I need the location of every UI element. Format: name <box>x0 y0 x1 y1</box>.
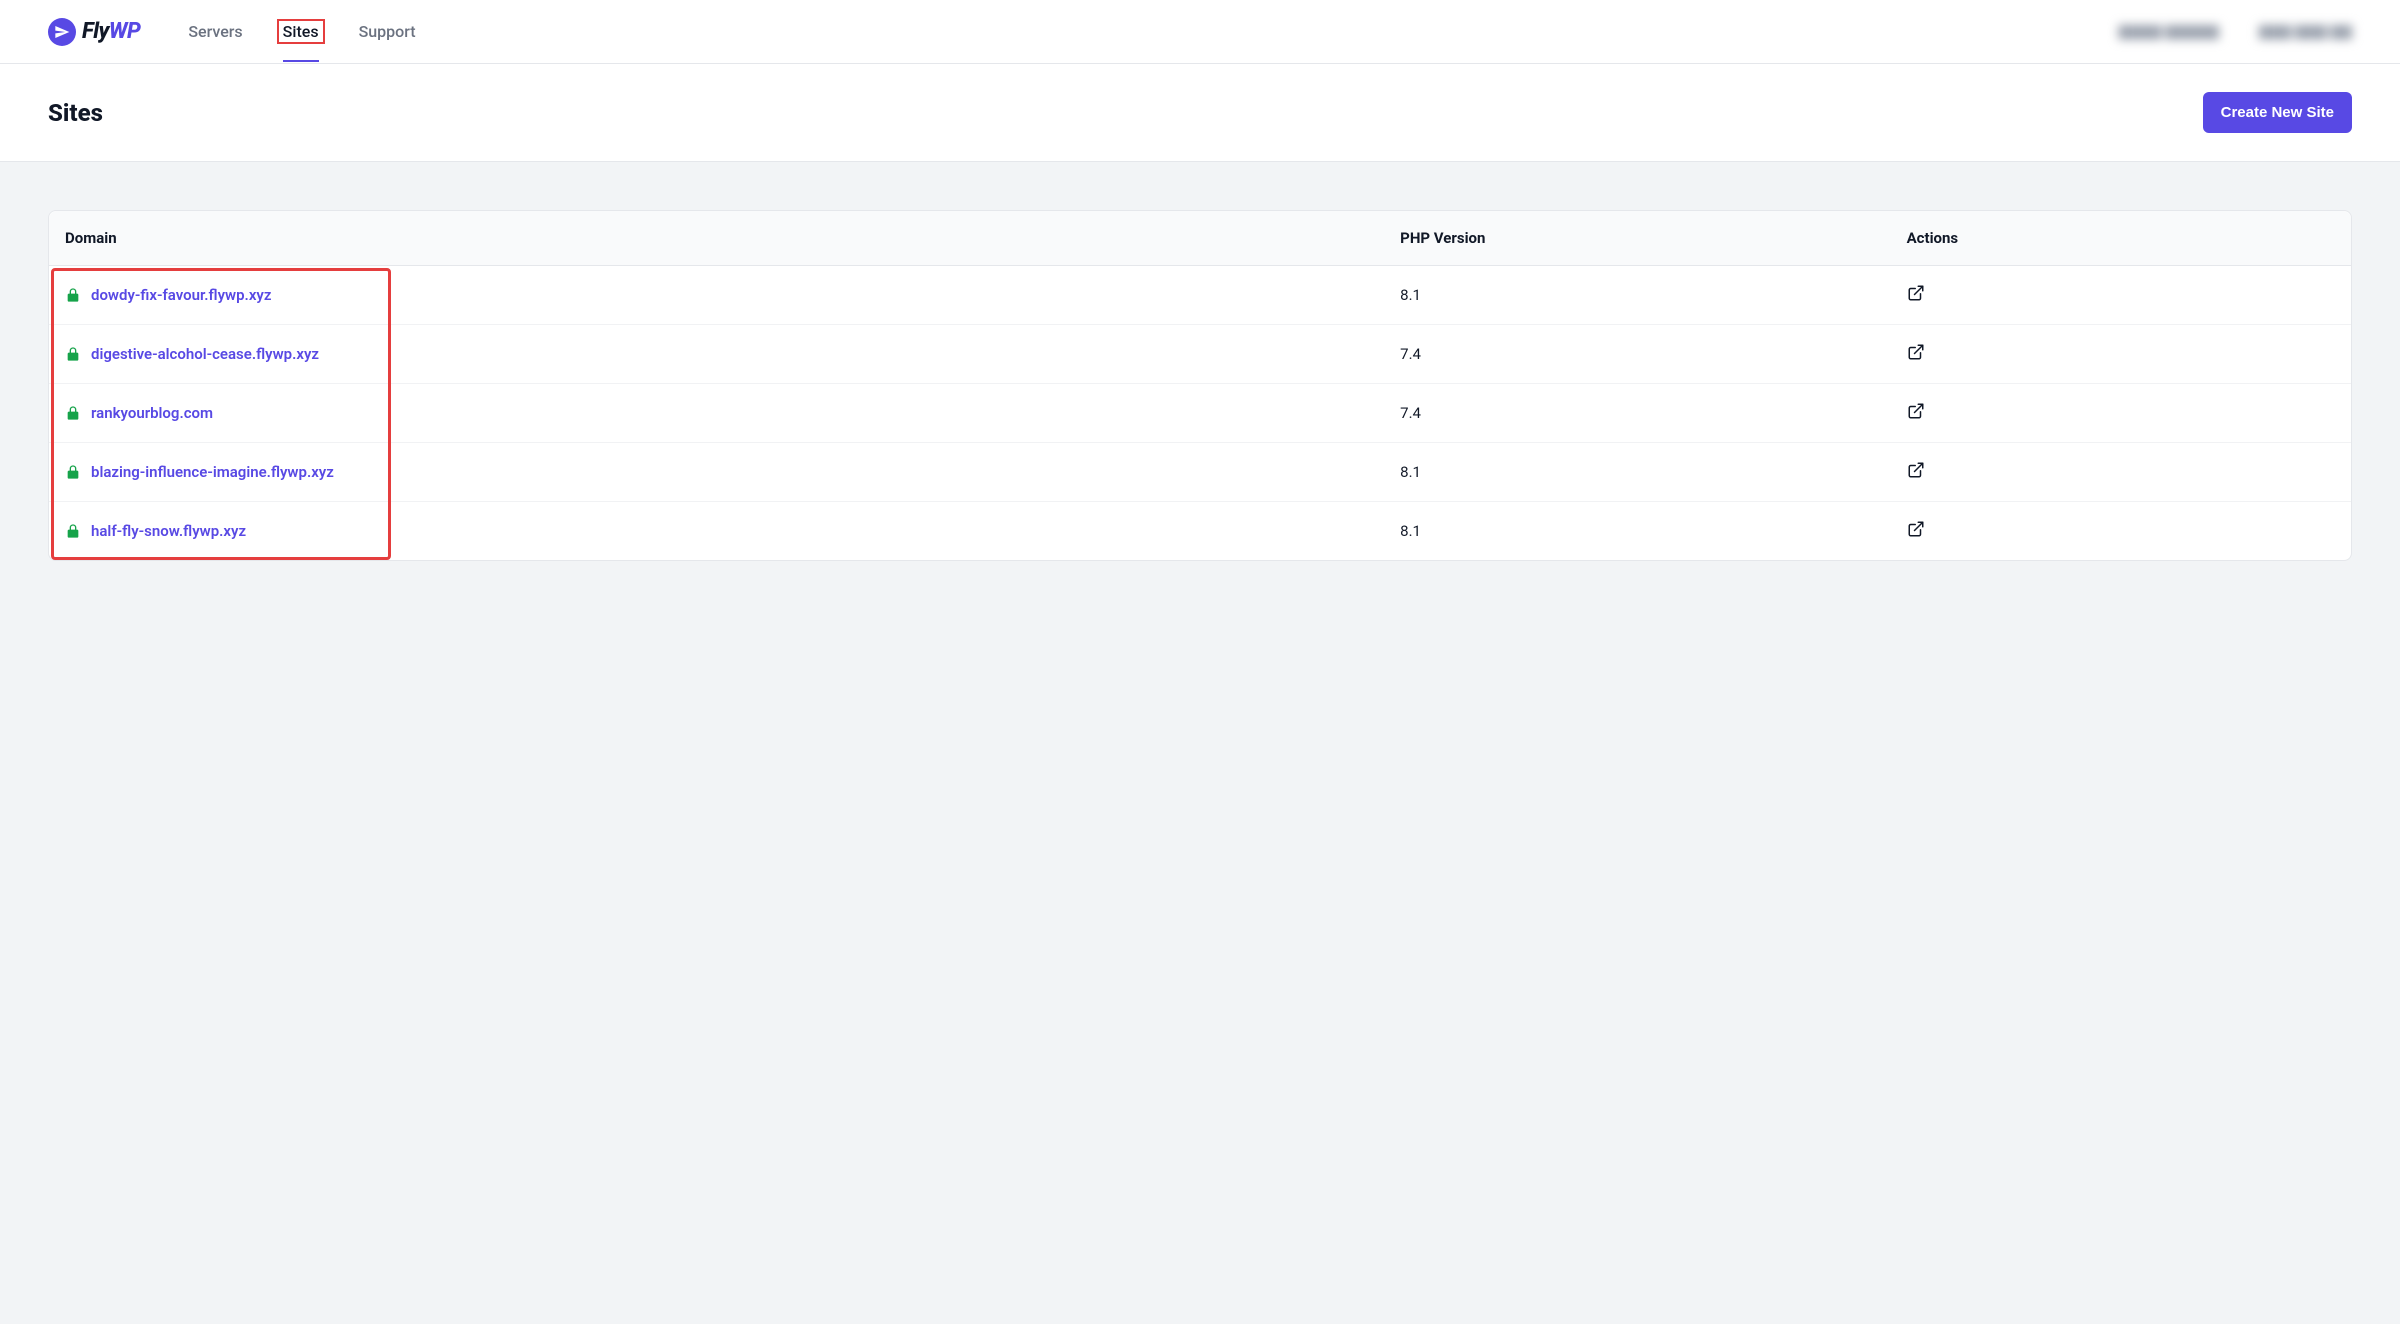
table-row: dowdy-fix-favour.flywp.xyz 8.1 <box>49 266 2351 325</box>
domain-link[interactable]: blazing-influence-imagine.flywp.xyz <box>91 463 334 481</box>
lock-icon <box>65 287 81 303</box>
domain-link[interactable]: rankyourblog.com <box>91 404 213 422</box>
php-version: 7.4 <box>1400 345 1421 363</box>
table-row: rankyourblog.com 7.4 <box>49 384 2351 443</box>
team-switcher-blurred[interactable]: ▇▇▇▇ ▇▇▇▇▇ <box>2119 24 2219 40</box>
sites-table-card: Domain PHP Version Actions dowdy-fix-fav… <box>48 210 2352 561</box>
external-link-icon[interactable] <box>1907 343 1925 361</box>
domain-link[interactable]: dowdy-fix-favour.flywp.xyz <box>91 286 271 304</box>
content-area: Domain PHP Version Actions dowdy-fix-fav… <box>0 162 2400 1324</box>
external-link-icon[interactable] <box>1907 284 1925 302</box>
user-menu-blurred[interactable]: ▇▇▇ ▇▇▇ ▇▇ <box>2259 24 2352 40</box>
col-header-php: PHP Version <box>1384 211 1890 266</box>
lock-icon <box>65 346 81 362</box>
topnav-right: ▇▇▇▇ ▇▇▇▇▇ ▇▇▇ ▇▇▇ ▇▇ <box>2119 24 2352 40</box>
lock-icon <box>65 464 81 480</box>
php-version: 7.4 <box>1400 404 1421 422</box>
page-header: Sites Create New Site <box>0 64 2400 162</box>
nav-links: Servers Sites Support <box>188 2 415 61</box>
nav-sites[interactable]: Sites <box>283 2 319 61</box>
col-header-actions: Actions <box>1891 211 2351 266</box>
external-link-icon[interactable] <box>1907 520 1925 538</box>
sites-table: Domain PHP Version Actions dowdy-fix-fav… <box>49 211 2351 560</box>
php-version: 8.1 <box>1400 463 1421 481</box>
table-row: digestive-alcohol-cease.flywp.xyz 7.4 <box>49 325 2351 384</box>
table-row: blazing-influence-imagine.flywp.xyz 8.1 <box>49 443 2351 502</box>
external-link-icon[interactable] <box>1907 461 1925 479</box>
nav-sites-label: Sites <box>283 22 319 41</box>
page-title: Sites <box>48 99 103 127</box>
brand-logo-block[interactable]: FlyWP <box>48 18 140 46</box>
paper-plane-icon <box>48 18 76 46</box>
nav-servers[interactable]: Servers <box>188 2 242 61</box>
lock-icon <box>65 405 81 421</box>
lock-icon <box>65 523 81 539</box>
col-header-domain: Domain <box>49 211 1384 266</box>
domain-link[interactable]: digestive-alcohol-cease.flywp.xyz <box>91 345 319 363</box>
domain-link[interactable]: half-fly-snow.flywp.xyz <box>91 522 246 540</box>
php-version: 8.1 <box>1400 522 1421 540</box>
nav-support[interactable]: Support <box>359 2 416 61</box>
php-version: 8.1 <box>1400 286 1421 304</box>
table-row: half-fly-snow.flywp.xyz 8.1 <box>49 502 2351 561</box>
external-link-icon[interactable] <box>1907 402 1925 420</box>
top-nav: FlyWP Servers Sites Support ▇▇▇▇ ▇▇▇▇▇ ▇… <box>0 0 2400 64</box>
create-new-site-button[interactable]: Create New Site <box>2203 92 2352 133</box>
brand-text: FlyWP <box>82 19 140 44</box>
